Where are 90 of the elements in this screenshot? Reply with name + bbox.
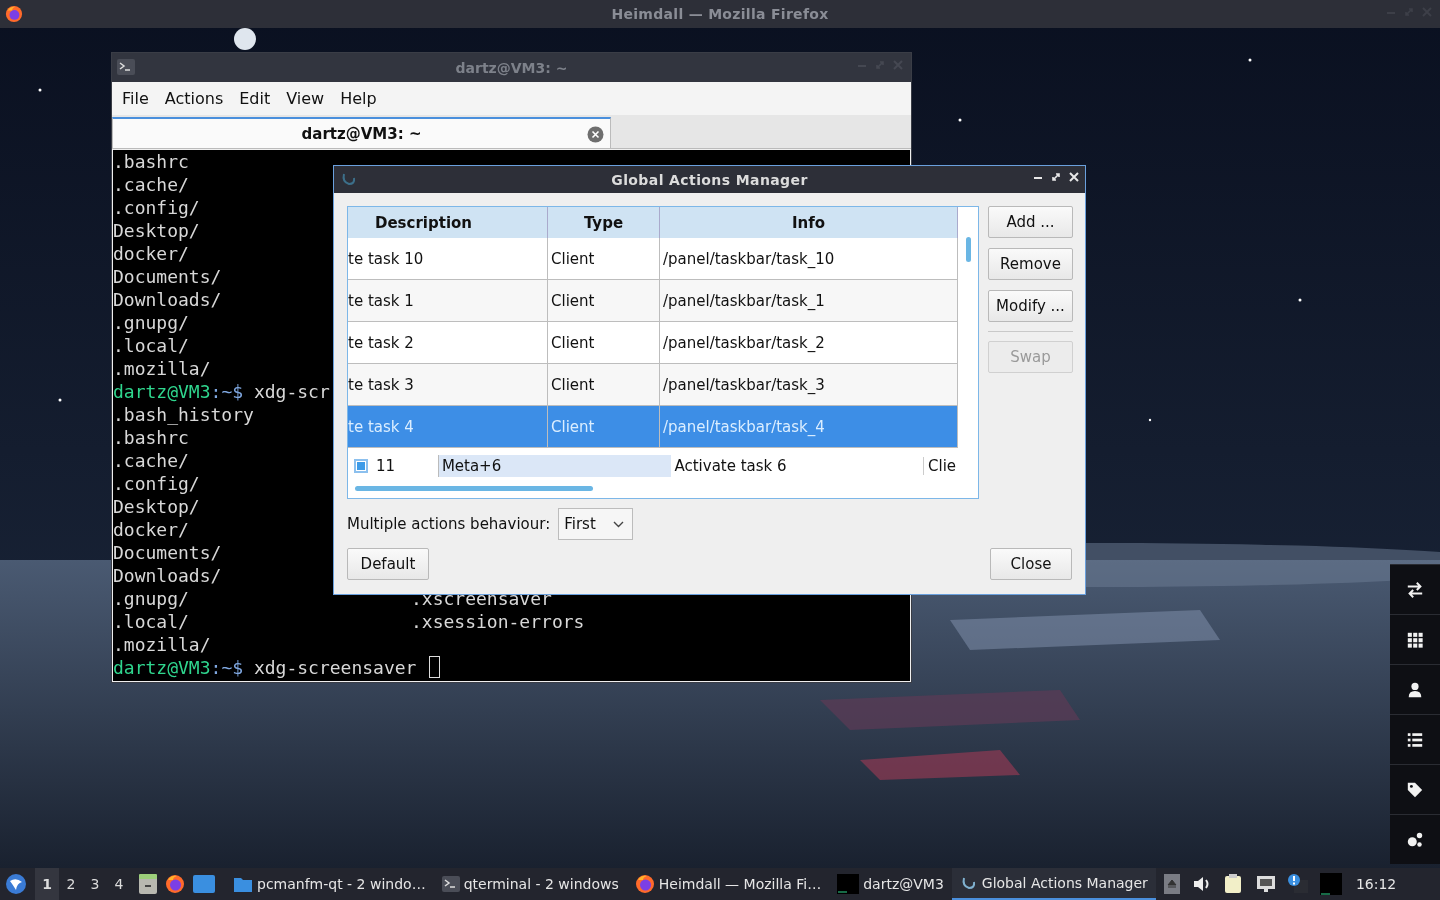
- browser-icon: [165, 874, 185, 894]
- menu-item[interactable]: Help: [332, 85, 385, 112]
- terminal-icon: [441, 876, 460, 892]
- terminal-text: docker/: [113, 518, 189, 541]
- close-button[interactable]: Close: [990, 548, 1072, 580]
- browser-icon: [634, 874, 655, 894]
- table-cell[interactable]: Client: [548, 322, 660, 364]
- cabinet-icon[interactable]: [139, 874, 157, 894]
- task-button[interactable]: pcmanfm-qt - 2 windo…: [225, 868, 434, 900]
- table-cell[interactable]: /panel/taskbar/task_10: [660, 238, 958, 280]
- action-button[interactable]: Remove: [988, 248, 1073, 280]
- terminal-text: .xscreensaver: [411, 587, 552, 610]
- terminal-tab[interactable]: dartz@VM3: ~: [112, 117, 611, 148]
- menu-item[interactable]: View: [278, 85, 333, 112]
- column-header[interactable]: Info: [660, 207, 958, 238]
- menu-item[interactable]: Edit: [231, 85, 279, 112]
- shortcut-field[interactable]: Meta+6: [437, 455, 672, 477]
- menu-item[interactable]: Actions: [156, 85, 232, 112]
- notes-icon[interactable]: [1223, 874, 1244, 894]
- terminal-icon: [117, 59, 135, 75]
- table-cell-text: 11: [376, 457, 397, 475]
- table-cell[interactable]: /panel/taskbar/task_1: [660, 280, 958, 322]
- terminal-text: .xsession-errors: [411, 610, 585, 633]
- task-button[interactable]: Heimdall — Mozilla Fi…: [626, 868, 830, 900]
- table-cell[interactable]: te task 2: [348, 322, 548, 364]
- cpu-monitor-icon[interactable]: [1319, 873, 1342, 895]
- menu-logo-icon[interactable]: [5, 873, 27, 895]
- table-cell: Clie: [923, 457, 958, 475]
- swap-arrows-icon: [1406, 579, 1424, 600]
- network-icon[interactable]: [1255, 875, 1276, 893]
- default-button[interactable]: Default: [347, 548, 429, 580]
- terminal-text: .cache/: [113, 173, 189, 196]
- table-cell[interactable]: /panel/taskbar/task_2: [660, 322, 958, 364]
- table-cell[interactable]: Client: [548, 238, 660, 280]
- folder-icon: [233, 875, 253, 893]
- terminal-text: docker/: [113, 242, 189, 265]
- window-title: Heimdall — Mozilla Firefox: [611, 6, 829, 22]
- terminal-prompt: dartz@VM3:~$ xdg-screensaver: [113, 656, 441, 679]
- terminal-text: .bash_history: [113, 403, 254, 426]
- desktop-switch[interactable]: 3: [83, 868, 107, 900]
- table-cell[interactable]: Client: [548, 280, 660, 322]
- browser-icon: [5, 5, 23, 23]
- task-button[interactable]: Global Actions Manager: [951, 868, 1156, 900]
- desktop-switch[interactable]: 2: [59, 868, 83, 900]
- dialog-title: Global Actions Manager: [611, 171, 808, 188]
- task-button[interactable]: dartz@VM3: [829, 868, 952, 900]
- behaviour-dropdown[interactable]: First: [558, 508, 634, 540]
- window-title: dartz@VM3: ~: [455, 59, 568, 76]
- terminal-text: Documents/: [113, 541, 222, 564]
- checkbox[interactable]: [354, 459, 368, 473]
- terminal-text: Downloads/: [113, 564, 222, 587]
- table-cell[interactable]: te task 10: [348, 238, 548, 280]
- terminal-text: Desktop/: [113, 219, 200, 242]
- column-header[interactable]: Description: [348, 207, 548, 238]
- screen-icon: [837, 874, 860, 894]
- desktop-switch[interactable]: 1: [35, 868, 59, 900]
- desktop-switch[interactable]: 4: [107, 868, 131, 900]
- terminal-text: Documents/: [113, 265, 222, 288]
- terminal-text: Downloads/: [113, 288, 222, 311]
- terminal-text: .config/: [113, 472, 200, 495]
- eject-icon[interactable]: [1163, 874, 1180, 894]
- table-cell[interactable]: Client: [548, 364, 660, 406]
- close-icon[interactable]: [587, 126, 604, 143]
- terminal-text: .gnupg/: [113, 587, 189, 610]
- table-cell[interactable]: /panel/taskbar/task_3: [660, 364, 958, 406]
- terminal-prompt: dartz@VM3:~$ xdg-scr: [113, 380, 330, 403]
- task-button[interactable]: qterminal - 2 windows: [433, 868, 627, 900]
- terminal-text: .bashrc: [113, 150, 189, 173]
- terminal-text: .local/: [113, 610, 189, 633]
- clock[interactable]: 16:12: [1355, 876, 1397, 892]
- table-cell[interactable]: te task 3: [348, 364, 548, 406]
- table-cell-text: Activate task 6: [673, 457, 788, 475]
- action-button[interactable]: Add ...: [988, 206, 1073, 238]
- terminal-text: .mozilla/: [113, 633, 211, 656]
- column-header[interactable]: Type: [548, 207, 660, 238]
- scrollbar-thumb[interactable]: [355, 486, 593, 491]
- terminal-text: .local/: [113, 334, 189, 357]
- terminal-text: .bashrc: [113, 426, 189, 449]
- terminal-text: .config/: [113, 196, 200, 219]
- chevron-icon: [613, 520, 625, 528]
- table-cell[interactable]: te task 1: [348, 280, 548, 322]
- terminal-text: .gnupg/: [113, 311, 189, 334]
- terminal-text: .cache/: [113, 449, 189, 472]
- scrollbar-thumb[interactable]: [966, 237, 971, 262]
- field-label: Multiple actions behaviour:: [347, 515, 551, 533]
- terminal-text: .mozilla/: [113, 357, 211, 380]
- terminal-text: Desktop/: [113, 495, 200, 518]
- menu-item[interactable]: File: [114, 85, 157, 112]
- notification-icon[interactable]: [1287, 874, 1308, 894]
- action-button[interactable]: Modify ...: [988, 290, 1073, 322]
